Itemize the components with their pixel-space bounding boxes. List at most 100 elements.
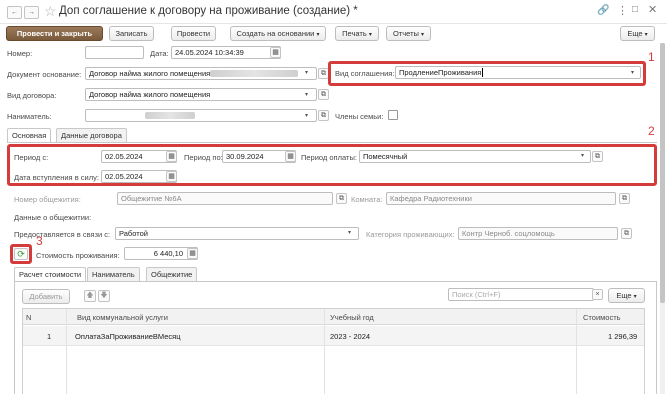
scrollbar-thumb[interactable]	[660, 43, 665, 303]
room-label: Комната:	[351, 195, 383, 204]
table-row[interactable]: 1 ОплатаЗаПроживаниеВМесяц 2023 - 2024 1…	[23, 326, 644, 346]
column-divider	[66, 309, 67, 394]
refresh-icon: ⟳	[17, 249, 25, 259]
calendar-button[interactable]: ▦	[285, 151, 296, 162]
save-button[interactable]: Записать	[109, 26, 154, 41]
menu-dots-icon[interactable]: ⋮	[617, 4, 628, 17]
dropdown-caret-icon[interactable]: ▾	[305, 91, 308, 98]
caret-down-icon: ▾	[421, 32, 425, 38]
tenant-label: Наниматель:	[7, 112, 52, 121]
contract-type-field[interactable]: Договор найма жилого помещения	[85, 88, 317, 101]
tab-tenant[interactable]: Наниматель	[87, 267, 140, 281]
move-down-button[interactable]: 🡇	[98, 290, 110, 302]
redacted-text	[210, 70, 298, 77]
print-label: Печать	[342, 29, 367, 38]
dorm-section-title: Данные о общежитии:	[14, 213, 92, 222]
text-cursor	[482, 68, 484, 77]
close-icon[interactable]: ✕	[648, 3, 657, 16]
annotation-number-1: 1	[648, 50, 655, 64]
calculator-icon: ▦	[189, 250, 196, 257]
open-link-icon: ⧉	[321, 112, 326, 119]
basis-label: Документ основание:	[7, 70, 82, 79]
agreement-type-value: ПродлениеПроживания	[399, 68, 482, 77]
favorite-star-icon[interactable]: ☆	[44, 3, 57, 20]
table: N Вид коммунальной услуги Учебный год Ст…	[22, 308, 645, 394]
agreement-type-field[interactable]: ПродлениеПроживания	[395, 66, 641, 79]
tab-main[interactable]: Основная	[7, 128, 52, 143]
column-header[interactable]: N	[26, 313, 31, 322]
calendar-icon: ▦	[287, 153, 294, 160]
category-field[interactable]: Контр Черноб. соцломощь	[458, 227, 618, 240]
open-link-icon: ⧉	[339, 195, 344, 202]
column-header[interactable]: Вид коммунальной услуги	[77, 313, 168, 322]
move-up-button[interactable]: 🡅	[84, 290, 96, 302]
contract-type-label: Вид договора:	[7, 91, 57, 100]
table-more-button[interactable]: Еще ▾	[608, 288, 645, 303]
print-button[interactable]: Печать ▾	[335, 26, 379, 41]
reports-button[interactable]: Отчеты ▾	[386, 26, 431, 41]
open-payment-period-button[interactable]: ⧉	[592, 151, 603, 162]
search-input[interactable]: Поиск (Ctrl+F)	[448, 288, 594, 301]
agreement-type-label: Вид соглашения:	[335, 69, 395, 78]
more-button[interactable]: Еще ▾	[620, 26, 655, 41]
tab-divider	[7, 142, 657, 143]
arrow-left-icon: ←	[11, 9, 18, 16]
calendar-icon: ▦	[272, 49, 279, 56]
back-button[interactable]: ←	[7, 6, 22, 19]
open-tenant-button[interactable]: ⧉	[318, 110, 329, 121]
dorm-number-label: Номер общежития:	[14, 195, 81, 204]
dropdown-caret-icon[interactable]: ▾	[305, 112, 308, 119]
arrow-right-icon: →	[28, 9, 35, 16]
reports-label: Отчеты	[392, 29, 419, 38]
calendar-icon: ▦	[168, 173, 175, 180]
arrow-up-icon: 🡅	[86, 292, 94, 299]
dropdown-caret-icon[interactable]: ▾	[631, 69, 634, 76]
open-category-button[interactable]: ⧉	[621, 228, 632, 239]
open-link-icon: ⧉	[321, 91, 326, 98]
maximize-icon[interactable]: □	[632, 4, 638, 15]
title-bar: ← → ☆ Доп соглашение к договору на прожи…	[0, 0, 667, 24]
create-based-button[interactable]: Создать на основании ▾	[230, 26, 326, 41]
column-header[interactable]: Стоимость	[583, 313, 621, 322]
more-label: Еще	[627, 29, 643, 38]
calendar-button[interactable]: ▦	[166, 171, 177, 182]
calendar-button[interactable]: ▦	[270, 47, 281, 58]
post-button[interactable]: Провести	[171, 26, 216, 41]
tab-cost-calc[interactable]: Расчет стоимости	[14, 267, 87, 282]
tab-contract-data[interactable]: Данные договора	[56, 128, 127, 142]
calendar-icon: ▦	[168, 153, 175, 160]
open-contract-type-button[interactable]: ⧉	[318, 89, 329, 100]
reason-field[interactable]: Работой	[115, 227, 359, 240]
dorm-number-field[interactable]: Общежитие №6А	[117, 192, 333, 205]
period-from-label: Период с:	[14, 153, 49, 162]
post-and-close-button[interactable]: Провести и закрыть	[6, 26, 103, 41]
caret-down-icon: ▾	[644, 32, 648, 38]
forward-button[interactable]: →	[24, 6, 39, 19]
dropdown-caret-icon[interactable]: ▾	[305, 69, 308, 76]
date-field[interactable]: 24.05.2024 10:34:39	[171, 46, 281, 59]
payment-period-field[interactable]: Помесячный	[359, 150, 591, 163]
open-room-button[interactable]: ⧉	[619, 193, 630, 204]
dropdown-caret-icon[interactable]: ▾	[581, 152, 584, 159]
cost-label: Стоимость проживания:	[36, 251, 120, 260]
clear-search-button[interactable]: ×	[592, 289, 603, 300]
calendar-button[interactable]: ▦	[166, 151, 177, 162]
tenant-field[interactable]	[85, 109, 317, 122]
dropdown-caret-icon[interactable]: ▾	[348, 229, 351, 236]
reason-label: Предоставляется в связи с:	[14, 230, 111, 239]
table-cell: 1	[47, 332, 52, 341]
calculator-button[interactable]: ▦	[187, 248, 198, 259]
open-dorm-button[interactable]: ⧉	[336, 193, 347, 204]
number-label: Номер:	[7, 49, 33, 58]
link-icon[interactable]: 🔗	[597, 5, 609, 16]
room-field[interactable]: Кафедра Радиотехники	[386, 192, 616, 205]
table-cell: 2023 - 2024	[330, 332, 371, 341]
table-cell: ОплатаЗаПроживаниеВМесяц	[75, 332, 181, 341]
family-members-checkbox[interactable]	[388, 110, 398, 120]
column-header[interactable]: Учебный год	[330, 313, 374, 322]
number-field[interactable]	[85, 46, 144, 59]
add-row-button[interactable]: Добавить	[22, 289, 70, 304]
tab-dorm[interactable]: Общежитие	[146, 267, 198, 281]
refresh-button[interactable]: ⟳	[14, 248, 28, 260]
form-scrollbar[interactable]	[660, 43, 665, 394]
